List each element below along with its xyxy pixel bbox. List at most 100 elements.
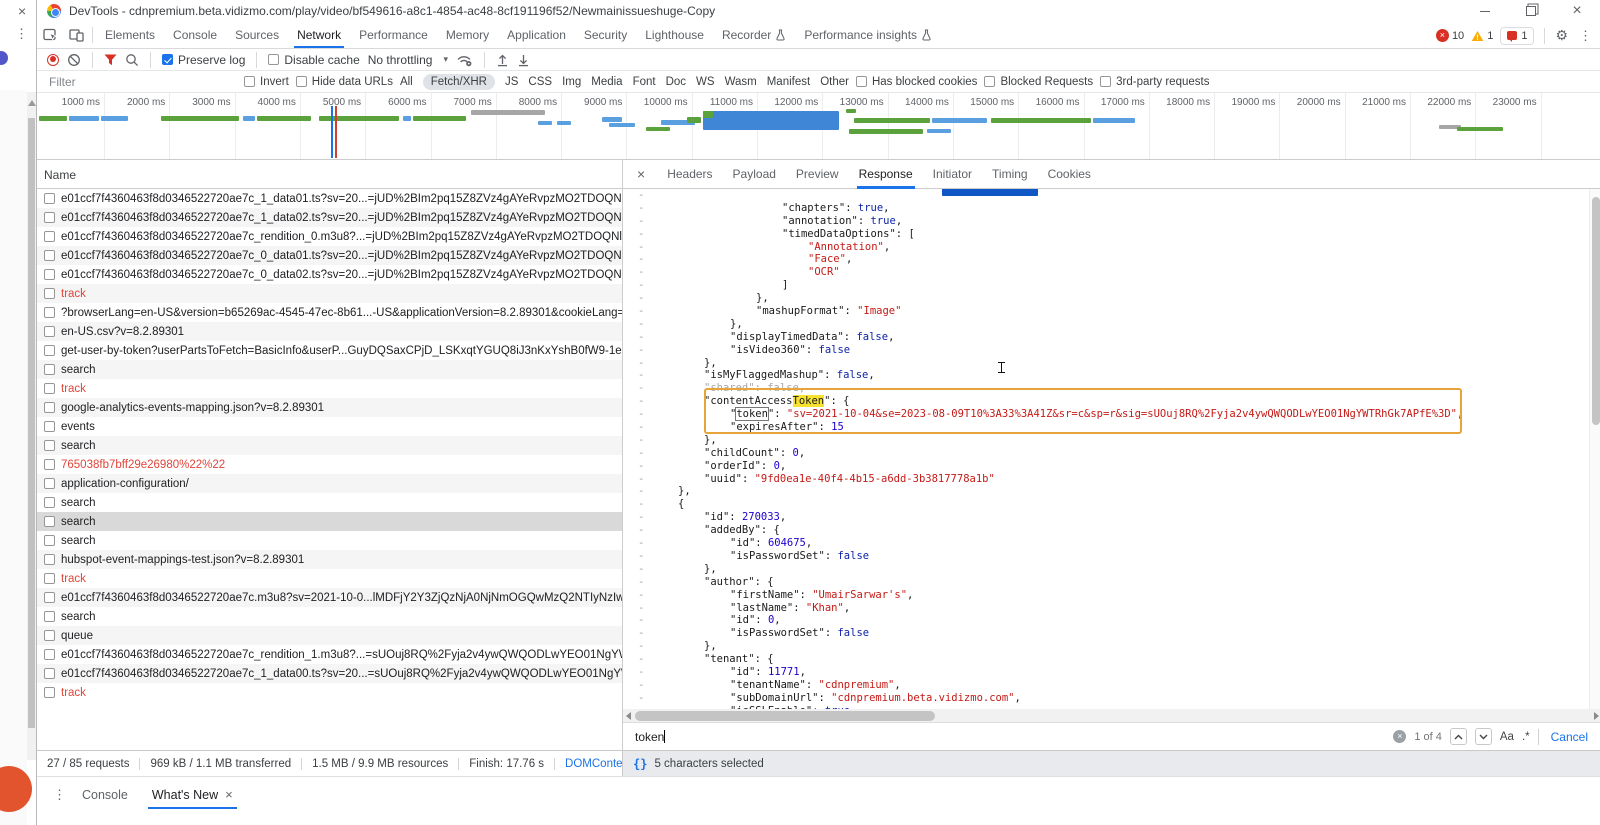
detail-tab-timing[interactable]: Timing xyxy=(992,160,1028,189)
pretty-print-icon[interactable]: {} xyxy=(633,757,647,771)
regex-button[interactable]: .* xyxy=(1522,731,1530,743)
kebab-menu-icon[interactable]: ⋮ xyxy=(1575,28,1596,44)
fold-marker[interactable]: - xyxy=(638,382,644,395)
request-checkbox[interactable] xyxy=(44,440,55,451)
fold-marker[interactable]: - xyxy=(638,485,644,498)
third-party-toggle[interactable]: 3rd-party requests xyxy=(1100,76,1209,88)
hide-data-urls-checkbox[interactable] xyxy=(296,76,307,87)
request-row[interactable]: events xyxy=(37,417,622,436)
filter-type-js[interactable]: JS xyxy=(505,76,518,88)
request-checkbox[interactable] xyxy=(44,288,55,299)
filter-type-css[interactable]: CSS xyxy=(528,76,552,88)
previous-match-button[interactable] xyxy=(1450,728,1467,745)
tab-network[interactable]: Network xyxy=(288,22,350,48)
network-overview-timeline[interactable]: 1000 ms2000 ms3000 ms4000 ms5000 ms6000 … xyxy=(37,93,1600,160)
preserve-log-toggle[interactable]: Preserve log xyxy=(162,53,245,67)
request-checkbox[interactable] xyxy=(44,554,55,565)
request-checkbox[interactable] xyxy=(44,212,55,223)
request-checkbox[interactable] xyxy=(44,535,55,546)
request-row[interactable]: hubspot-event-mappings-test.json?v=8.2.8… xyxy=(37,550,622,569)
fold-marker[interactable]: - xyxy=(638,498,644,511)
tab-sources[interactable]: Sources xyxy=(226,22,288,48)
clear-search-icon[interactable]: × xyxy=(1393,730,1406,743)
fold-marker[interactable]: - xyxy=(638,357,644,370)
request-checkbox[interactable] xyxy=(44,326,55,337)
filter-input[interactable]: Filter xyxy=(49,75,237,89)
name-column-header[interactable]: Name xyxy=(37,160,622,189)
inspect-element-icon[interactable] xyxy=(37,22,63,48)
fold-marker[interactable]: - xyxy=(638,550,644,563)
blocked-cookies-checkbox[interactable] xyxy=(856,76,867,87)
error-badge[interactable]: × 10 xyxy=(1436,29,1464,42)
fold-marker[interactable]: - xyxy=(638,253,644,266)
tab-recorder[interactable]: Recorder xyxy=(713,22,795,48)
scrollbar-thumb[interactable] xyxy=(1592,197,1600,425)
scroll-right-arrow[interactable] xyxy=(1594,712,1599,720)
filter-type-img[interactable]: Img xyxy=(562,76,581,88)
fold-marker[interactable]: - xyxy=(638,589,644,602)
restore-button[interactable] xyxy=(1508,0,1554,22)
request-checkbox[interactable] xyxy=(44,649,55,660)
fold-marker[interactable]: - xyxy=(638,434,644,447)
request-checkbox[interactable] xyxy=(44,611,55,622)
request-checkbox[interactable] xyxy=(44,364,55,375)
kebab-menu-icon[interactable]: ⋮ xyxy=(15,26,28,42)
fold-marker[interactable]: - xyxy=(638,679,644,692)
fold-marker[interactable]: - xyxy=(638,511,644,524)
request-row[interactable]: application-configuration/ xyxy=(37,474,622,493)
fold-marker[interactable]: - xyxy=(638,189,644,202)
fold-marker[interactable]: - xyxy=(638,318,644,331)
request-row[interactable]: e01ccf7f4360463f8d0346522720ae7c_1_data0… xyxy=(37,189,622,208)
request-row[interactable]: google-analytics-events-mapping.json?v=8… xyxy=(37,398,622,417)
request-row[interactable]: track xyxy=(37,379,622,398)
tab-performance[interactable]: Performance xyxy=(350,22,437,48)
find-input[interactable]: token xyxy=(635,730,665,744)
minimize-button[interactable] xyxy=(1462,0,1508,22)
request-checkbox[interactable] xyxy=(44,307,55,318)
invert-toggle[interactable]: Invert xyxy=(244,76,289,88)
fold-marker[interactable]: - xyxy=(638,666,644,679)
export-har-icon[interactable] xyxy=(517,53,530,67)
request-row[interactable]: track xyxy=(37,569,622,588)
request-checkbox[interactable] xyxy=(44,345,55,356)
fold-marker[interactable]: - xyxy=(638,331,644,344)
fold-marker[interactable]: - xyxy=(638,228,644,241)
filter-type-all[interactable]: All xyxy=(400,76,413,88)
request-checkbox[interactable] xyxy=(44,630,55,641)
throttling-select[interactable]: No throttling ▾ xyxy=(368,53,448,67)
tab-console[interactable]: Console xyxy=(164,22,226,48)
fold-marker[interactable]: - xyxy=(638,421,644,434)
cancel-button[interactable]: Cancel xyxy=(1551,730,1588,744)
request-row[interactable]: search xyxy=(37,493,622,512)
disable-cache-toggle[interactable]: Disable cache xyxy=(268,53,359,67)
request-row[interactable]: queue xyxy=(37,626,622,645)
detail-tab-payload[interactable]: Payload xyxy=(733,160,776,189)
fold-marker[interactable]: - xyxy=(638,653,644,666)
drawer-tab-console[interactable]: Console xyxy=(70,777,140,812)
fold-marker[interactable]: - xyxy=(638,202,644,215)
request-checkbox[interactable] xyxy=(44,478,55,489)
request-row[interactable]: e01ccf7f4360463f8d0346522720ae7c_renditi… xyxy=(37,227,622,246)
request-checkbox[interactable] xyxy=(44,402,55,413)
fold-marker[interactable]: - xyxy=(638,692,644,705)
request-row[interactable]: e01ccf7f4360463f8d0346522720ae7c_0_data0… xyxy=(37,265,622,284)
filter-type-wasm[interactable]: Wasm xyxy=(725,76,757,88)
hide-data-urls-toggle[interactable]: Hide data URLs xyxy=(296,76,393,88)
clear-icon[interactable] xyxy=(67,53,81,67)
close-button[interactable] xyxy=(1554,0,1600,22)
request-checkbox[interactable] xyxy=(44,668,55,679)
filter-type-media[interactable]: Media xyxy=(591,76,622,88)
drawer-kebab-icon[interactable]: ⋮ xyxy=(49,787,70,803)
scroll-left-arrow[interactable] xyxy=(626,712,631,720)
request-checkbox[interactable] xyxy=(44,250,55,261)
fold-marker[interactable]: - xyxy=(638,369,644,382)
device-toolbar-icon[interactable] xyxy=(63,22,89,48)
fold-marker[interactable]: - xyxy=(638,473,644,486)
request-checkbox[interactable] xyxy=(44,573,55,584)
fold-marker[interactable]: - xyxy=(638,640,644,653)
third-party-checkbox[interactable] xyxy=(1100,76,1111,87)
fold-marker[interactable]: - xyxy=(638,305,644,318)
request-row[interactable]: track xyxy=(37,683,622,702)
blocked-requests-checkbox[interactable] xyxy=(984,76,995,87)
request-row[interactable]: ?browserLang=en-US&version=b65269ac-4545… xyxy=(37,303,622,322)
